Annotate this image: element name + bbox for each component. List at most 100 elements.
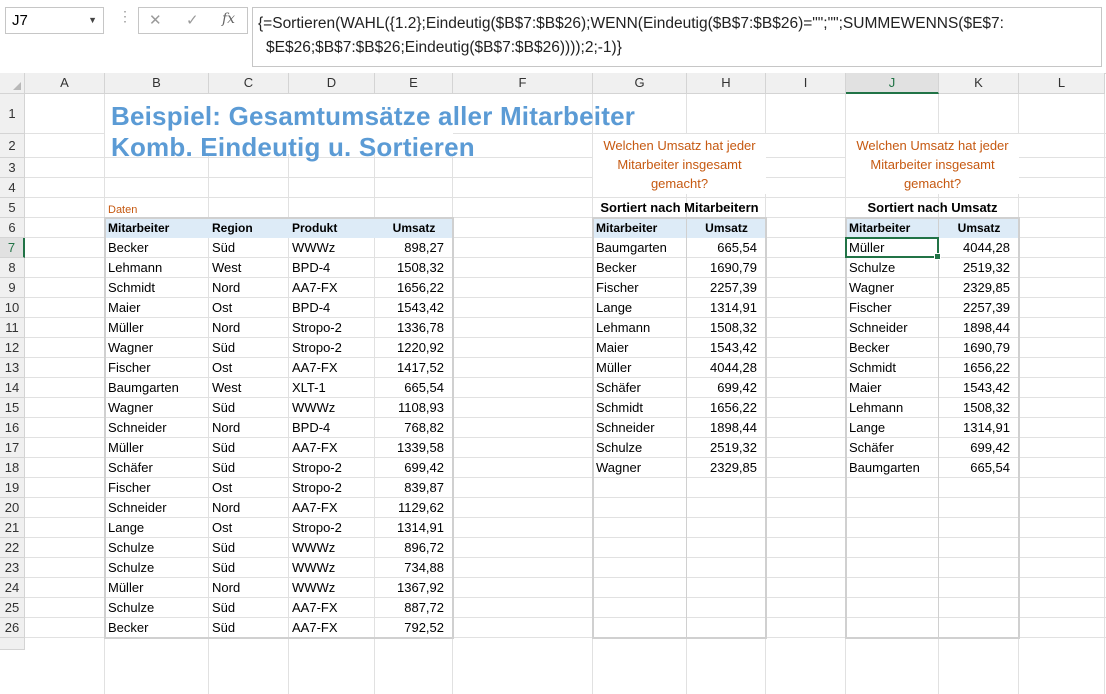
name-sort-sales-cell[interactable]: 2329,85 bbox=[687, 458, 766, 478]
data-cell[interactable]: Stropo-2 bbox=[289, 338, 375, 358]
sales-sort-name-cell[interactable]: Lehmann bbox=[846, 398, 939, 418]
data-cell[interactable]: 896,72 bbox=[375, 538, 453, 558]
data-cell[interactable]: Nord bbox=[209, 278, 289, 298]
selected-cell[interactable] bbox=[845, 237, 941, 260]
data-cell[interactable]: BPD-4 bbox=[289, 298, 375, 318]
data-cell[interactable]: Becker bbox=[105, 618, 209, 638]
data-cell[interactable]: Süd bbox=[209, 338, 289, 358]
row-header-1[interactable]: 1 bbox=[0, 94, 25, 134]
data-cell[interactable]: 1367,92 bbox=[375, 578, 453, 598]
data-cell[interactable]: AA7-FX bbox=[289, 618, 375, 638]
row-header-20[interactable]: 20 bbox=[0, 498, 25, 518]
sales-sort-sales-cell[interactable]: 4044,28 bbox=[939, 238, 1019, 258]
data-cell[interactable]: West bbox=[209, 258, 289, 278]
data-cell[interactable]: AA7-FX bbox=[289, 438, 375, 458]
sales-sort-name-cell[interactable]: Schneider bbox=[846, 318, 939, 338]
column-header-e[interactable]: E bbox=[375, 73, 453, 94]
data-cell[interactable]: WWWz bbox=[289, 538, 375, 558]
sales-sort-sales-cell[interactable]: 1690,79 bbox=[939, 338, 1019, 358]
sales-sort-sales-cell[interactable]: 1543,42 bbox=[939, 378, 1019, 398]
data-cell[interactable]: WWWz bbox=[289, 398, 375, 418]
data-cell[interactable]: Schulze bbox=[105, 558, 209, 578]
name-sort-sales-cell[interactable]: 1898,44 bbox=[687, 418, 766, 438]
data-cell[interactable]: Süd bbox=[209, 618, 289, 638]
row-header-12[interactable]: 12 bbox=[0, 338, 25, 358]
data-cell[interactable]: Stropo-2 bbox=[289, 518, 375, 538]
data-cell[interactable]: Süd bbox=[209, 538, 289, 558]
row-header-9[interactable]: 9 bbox=[0, 278, 25, 298]
data-cell[interactable]: 1339,58 bbox=[375, 438, 453, 458]
data-cell[interactable]: Müller bbox=[105, 318, 209, 338]
table-header-d[interactable]: Produkt bbox=[289, 218, 375, 238]
select-all-corner[interactable] bbox=[0, 73, 25, 94]
row-header-13[interactable]: 13 bbox=[0, 358, 25, 378]
data-cell[interactable]: Fischer bbox=[105, 358, 209, 378]
row-header-11[interactable]: 11 bbox=[0, 318, 25, 338]
name-sort-name-cell[interactable]: Lange bbox=[593, 298, 687, 318]
table-header-c[interactable]: Region bbox=[209, 218, 289, 238]
row-header-3[interactable]: 3 bbox=[0, 158, 25, 178]
data-cell[interactable]: Fischer bbox=[105, 478, 209, 498]
sales-sort-sales-cell[interactable]: 699,42 bbox=[939, 438, 1019, 458]
row-header-15[interactable]: 15 bbox=[0, 398, 25, 418]
name-sort-sales-cell[interactable]: 665,54 bbox=[687, 238, 766, 258]
data-cell[interactable]: Müller bbox=[105, 578, 209, 598]
name-sort-name-cell[interactable]: Wagner bbox=[593, 458, 687, 478]
data-cell[interactable]: Wagner bbox=[105, 398, 209, 418]
sales-sort-name-cell[interactable]: Baumgarten bbox=[846, 458, 939, 478]
name-sort-name-cell[interactable]: Schneider bbox=[593, 418, 687, 438]
sales-sort-name-cell[interactable]: Becker bbox=[846, 338, 939, 358]
insert-function-icon[interactable]: fx bbox=[222, 11, 235, 27]
data-cell[interactable]: 1314,91 bbox=[375, 518, 453, 538]
data-cell[interactable]: WWWz bbox=[289, 558, 375, 578]
name-sort-name-cell[interactable]: Becker bbox=[593, 258, 687, 278]
data-cell[interactable]: 792,52 bbox=[375, 618, 453, 638]
row-header-23[interactable]: 23 bbox=[0, 558, 25, 578]
column-header-l[interactable]: L bbox=[1019, 73, 1105, 94]
sales-sort-sales-cell[interactable]: 1898,44 bbox=[939, 318, 1019, 338]
name-sort-sales-cell[interactable]: 4044,28 bbox=[687, 358, 766, 378]
row-header-2[interactable]: 2 bbox=[0, 134, 25, 158]
data-cell[interactable]: 1508,32 bbox=[375, 258, 453, 278]
data-cell[interactable]: Süd bbox=[209, 438, 289, 458]
name-sort-name-cell[interactable]: Schulze bbox=[593, 438, 687, 458]
data-cell[interactable]: Ost bbox=[209, 478, 289, 498]
data-cell[interactable]: XLT-1 bbox=[289, 378, 375, 398]
row-header-16[interactable]: 16 bbox=[0, 418, 25, 438]
data-cell[interactable]: BPD-4 bbox=[289, 258, 375, 278]
sales-sort-name-cell[interactable]: Schäfer bbox=[846, 438, 939, 458]
table-header-e[interactable]: Umsatz bbox=[375, 218, 453, 238]
name-sort-header-name[interactable]: Mitarbeiter bbox=[593, 218, 687, 238]
row-header-14[interactable]: 14 bbox=[0, 378, 25, 398]
data-cell[interactable]: Schmidt bbox=[105, 278, 209, 298]
row-header-25[interactable]: 25 bbox=[0, 598, 25, 618]
data-cell[interactable]: West bbox=[209, 378, 289, 398]
name-sort-name-cell[interactable]: Baumgarten bbox=[593, 238, 687, 258]
data-cell[interactable]: 1543,42 bbox=[375, 298, 453, 318]
column-header-j[interactable]: J bbox=[846, 73, 939, 94]
data-cell[interactable]: AA7-FX bbox=[289, 498, 375, 518]
data-cell[interactable]: Lange bbox=[105, 518, 209, 538]
data-cell[interactable]: Nord bbox=[209, 578, 289, 598]
data-cell[interactable]: Maier bbox=[105, 298, 209, 318]
column-header-c[interactable]: C bbox=[209, 73, 289, 94]
data-cell[interactable]: BPD-4 bbox=[289, 418, 375, 438]
data-cell[interactable]: 699,42 bbox=[375, 458, 453, 478]
data-cell[interactable]: Süd bbox=[209, 558, 289, 578]
name-sort-name-cell[interactable]: Schäfer bbox=[593, 378, 687, 398]
data-cell[interactable]: 768,82 bbox=[375, 418, 453, 438]
data-cell[interactable]: Stropo-2 bbox=[289, 458, 375, 478]
row-header-5[interactable]: 5 bbox=[0, 198, 25, 218]
sales-sort-sales-cell[interactable]: 2329,85 bbox=[939, 278, 1019, 298]
sales-sort-sales-cell[interactable]: 1314,91 bbox=[939, 418, 1019, 438]
row-header-21[interactable]: 21 bbox=[0, 518, 25, 538]
name-sort-name-cell[interactable]: Lehmann bbox=[593, 318, 687, 338]
data-cell[interactable]: 734,88 bbox=[375, 558, 453, 578]
sales-sort-name-cell[interactable]: Lange bbox=[846, 418, 939, 438]
confirm-icon[interactable]: ✓ bbox=[186, 11, 199, 29]
name-sort-sales-cell[interactable]: 2519,32 bbox=[687, 438, 766, 458]
sales-sort-name-cell[interactable]: Fischer bbox=[846, 298, 939, 318]
data-cell[interactable]: 887,72 bbox=[375, 598, 453, 618]
name-sort-name-cell[interactable]: Schmidt bbox=[593, 398, 687, 418]
sales-sort-header-sales[interactable]: Umsatz bbox=[939, 218, 1019, 238]
